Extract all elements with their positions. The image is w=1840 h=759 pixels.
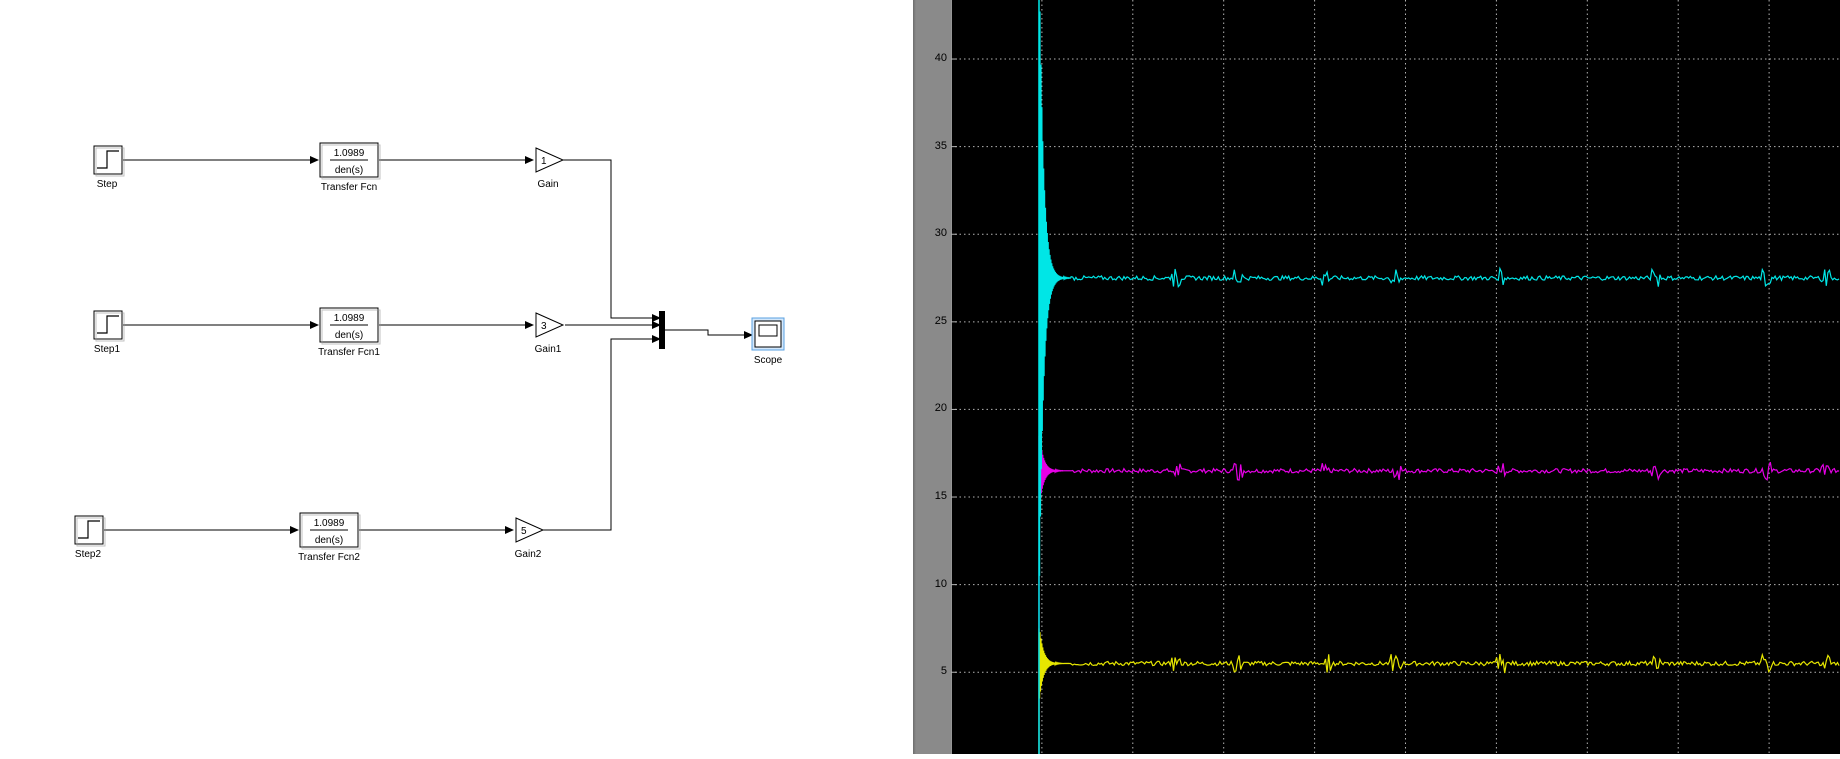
transfer-fcn2-block[interactable]: 1.0989 den(s) Transfer Fcn2 (298, 512, 361, 563)
series-line-cyan (1038, 0, 1840, 758)
gain2-block[interactable]: 5 Gain2 (515, 517, 545, 560)
gain1-label: Gain1 (535, 344, 562, 355)
scope-label: Scope (754, 355, 783, 366)
grid-horizontal (951, 58, 1840, 673)
gain2-value: 5 (521, 526, 527, 537)
y-tick-label: 40 (934, 52, 947, 65)
model-diagram: Step Step1 Step2 1.0989 den(s) Transfer … (74, 142, 785, 563)
transfer-fcn-denominator: den(s) (335, 165, 363, 176)
transfer-fcn1-label: Transfer Fcn1 (318, 347, 380, 358)
transfer-fcn-numerator: 1.0989 (334, 148, 365, 159)
step-label: Step (97, 179, 118, 190)
grid-vertical (1041, 0, 1770, 754)
series-line-yellow (1038, 628, 1840, 758)
y-tick-label: 25 (934, 314, 947, 327)
step-block[interactable]: Step (93, 145, 125, 190)
simulink-model-canvas[interactable]: Step Step1 Step2 1.0989 den(s) Transfer … (0, 0, 913, 754)
signal-line-mux-scope[interactable] (665, 329, 753, 339)
y-tick-label: 35 (934, 139, 947, 152)
gain-value: 1 (541, 156, 547, 167)
gain2-label: Gain2 (515, 549, 542, 560)
series-line-magenta (1038, 435, 1840, 758)
y-tick-label: 30 (934, 227, 947, 240)
y-tick-label: 5 (940, 665, 947, 678)
step2-label: Step2 (75, 549, 102, 560)
transfer-fcn1-block[interactable]: 1.0989 den(s) Transfer Fcn1 (318, 307, 381, 358)
signal-line-gain2-mux[interactable] (543, 335, 661, 531)
gain-label: Gain (537, 179, 558, 190)
signal-lines (104, 156, 753, 534)
step2-block[interactable]: Step2 (74, 515, 106, 560)
transfer-fcn2-numerator: 1.0989 (314, 518, 345, 529)
scope-plot-area: 40 35 30 25 20 15 10 5 (950, 0, 1840, 758)
plot-series (1038, 0, 1840, 758)
step1-label: Step1 (94, 344, 121, 355)
transfer-fcn2-denominator: den(s) (315, 535, 343, 546)
transfer-fcn-label: Transfer Fcn (321, 182, 377, 193)
mux-block[interactable] (659, 311, 665, 349)
scope-window[interactable]: 40 35 30 25 20 15 10 5 (950, 0, 1840, 758)
gain1-block[interactable]: 3 Gain1 (535, 312, 565, 355)
transfer-fcn1-numerator: 1.0989 (334, 313, 365, 324)
scope-block[interactable]: Scope (751, 317, 785, 366)
y-tick-label: 15 (934, 490, 947, 503)
signal-line-gain-mux[interactable] (563, 159, 661, 322)
transfer-fcn-block[interactable]: 1.0989 den(s) Transfer Fcn (319, 142, 381, 193)
gain1-value: 3 (541, 321, 547, 332)
step1-block[interactable]: Step1 (93, 310, 125, 355)
transfer-fcn2-label: Transfer Fcn2 (298, 552, 360, 563)
window-divider: 40 35 30 25 20 15 10 5 (913, 0, 951, 754)
y-tick-label: 20 (934, 402, 947, 415)
gain-block[interactable]: 1 Gain (535, 147, 565, 190)
transfer-fcn1-denominator: den(s) (335, 330, 363, 341)
scope-screen-icon (758, 324, 778, 337)
y-tick-label: 10 (934, 577, 947, 590)
